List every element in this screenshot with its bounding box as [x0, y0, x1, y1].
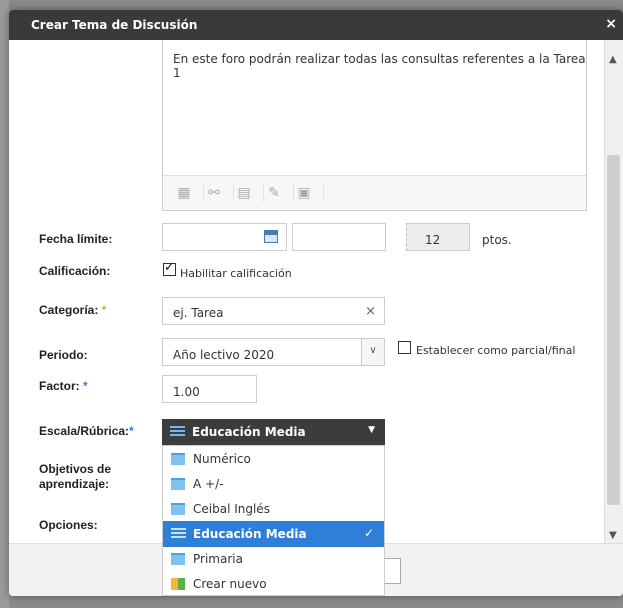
escala-label-text: Escala/Rúbrica: [39, 424, 130, 438]
dialog-titlebar: Crear Tema de Discusión × [9, 10, 623, 40]
period-value: Año lectivo 2020 [173, 348, 275, 362]
scale-dropdown: Numérico A +/- Ceibal Inglés Educación M… [162, 445, 385, 596]
dropdown-item-create-new[interactable]: Crear nuevo [163, 571, 384, 596]
list-icon [171, 528, 186, 540]
points-unit: ptos. [482, 233, 512, 247]
time-input[interactable] [292, 223, 386, 251]
scale-icon [171, 503, 185, 515]
table-icon[interactable]: ▦ [175, 184, 204, 202]
embed-icon[interactable]: ▣ [295, 184, 324, 202]
calendar-icon[interactable] [264, 230, 278, 243]
dropdown-item[interactable]: Primaria [163, 546, 384, 572]
background-page [0, 0, 9, 608]
scale-select[interactable]: Educación Media ▼ [162, 419, 385, 445]
scale-icon [171, 478, 185, 490]
scroll-up-icon[interactable]: ▲ [609, 54, 617, 65]
editor-content[interactable]: En este foro podrán realizar todas las c… [173, 52, 586, 80]
category-input[interactable]: ej. Tarea × [162, 297, 385, 325]
parcial-final-label: Establecer como parcial/final [416, 344, 576, 357]
periodo-label: Periodo: [39, 348, 88, 362]
scale-icon [171, 453, 185, 465]
scale-value: Educación Media [192, 425, 306, 439]
dropdown-item[interactable]: A +/- [163, 471, 384, 497]
date-input[interactable] [162, 223, 287, 251]
enable-grading-label: Habilitar calificación [180, 267, 292, 280]
dialog-title: Crear Tema de Discusión [31, 18, 198, 32]
objetivos-label: Objetivos de aprendizaje: [39, 462, 112, 491]
period-select[interactable]: Año lectivo 2020 ∨ [162, 338, 385, 366]
categoria-label-text: Categoría: [39, 303, 99, 317]
calificacion-label: Calificación: [39, 264, 111, 278]
dropdown-item-label: Educación Media [193, 527, 307, 541]
list-icon [170, 426, 185, 438]
clear-icon[interactable]: × [365, 304, 376, 319]
media-icon[interactable]: ▤ [235, 184, 264, 202]
scrollbar-thumb[interactable] [607, 155, 620, 505]
dropdown-item-label: Ceibal Inglés [193, 502, 270, 516]
dropdown-item-label: Primaria [193, 552, 243, 566]
dropdown-item-label: Numérico [193, 452, 251, 466]
parcial-final-checkbox[interactable] [398, 341, 411, 354]
required-mark: * [129, 424, 134, 438]
factor-input[interactable]: 1.00 [162, 375, 257, 403]
points-input: 12 [406, 223, 470, 251]
scale-icon [171, 553, 185, 565]
close-icon[interactable]: × [605, 16, 617, 32]
editor-toolbar: ▦ ⚯ ▤ ✎ ▣ [163, 175, 586, 210]
category-placeholder: ej. Tarea [173, 306, 224, 320]
add-icon [171, 578, 185, 590]
dropdown-item-label: A +/- [193, 477, 224, 491]
categoria-label: Categoría: * [39, 303, 106, 317]
factor-label-text: Factor: [39, 379, 80, 393]
check-icon: ✓ [363, 526, 374, 540]
footer-button[interactable] [383, 558, 401, 584]
fecha-limite-label: Fecha límite: [39, 232, 113, 246]
dropdown-item[interactable]: Numérico [163, 446, 384, 472]
factor-value: 1.00 [173, 385, 200, 399]
factor-label: Factor: * [39, 379, 88, 393]
required-mark: * [83, 379, 88, 393]
scroll-down-icon[interactable]: ▼ [609, 530, 617, 541]
caret-down-icon: ▼ [368, 425, 375, 435]
dropdown-item-label: Crear nuevo [193, 577, 267, 591]
link-icon[interactable]: ⚯ [205, 184, 234, 202]
required-mark: * [101, 303, 107, 317]
dropdown-item-selected[interactable]: Educación Media ✓ [163, 521, 384, 547]
pen-icon[interactable]: ✎ [265, 184, 294, 202]
create-discussion-dialog: Crear Tema de Discusión × En este foro p… [9, 10, 623, 596]
escala-label: Escala/Rúbrica:* [39, 424, 134, 438]
chevron-down-icon[interactable]: ∨ [361, 339, 384, 365]
opciones-label: Opciones: [39, 518, 98, 532]
points-value: 12 [425, 233, 441, 247]
scrollbar[interactable]: ▲ ▼ [604, 40, 623, 545]
enable-grading-checkbox[interactable] [163, 260, 176, 276]
description-editor[interactable]: En este foro podrán realizar todas las c… [162, 40, 587, 211]
dropdown-item[interactable]: Ceibal Inglés [163, 496, 384, 522]
